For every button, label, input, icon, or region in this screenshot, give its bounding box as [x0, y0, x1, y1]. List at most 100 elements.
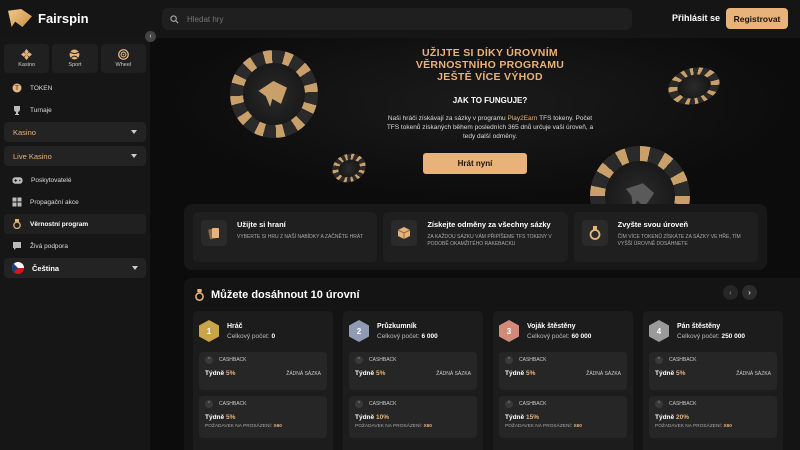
cashback-label: CASHBACK [369, 357, 397, 363]
sidebar-item-ziva-podpora[interactable]: Živá podpora [4, 236, 146, 256]
logo[interactable]: Fairspin [8, 9, 89, 27]
no-bet-label: ŽÁDNÁ SÁZKA [586, 370, 621, 377]
feature-description: Za každou sázku vám připíšeme TFS tokeny… [427, 234, 552, 247]
tile-wheel[interactable]: Wheel [100, 44, 146, 73]
sidebar-section-kasino[interactable]: Kasino [4, 122, 146, 142]
weekly-label: Týdně [655, 414, 675, 421]
play-now-button[interactable]: Hrát nyní [423, 153, 527, 174]
lion-logo-icon [258, 80, 287, 107]
medal-icon [581, 220, 608, 246]
feature-card: Zvyšte svou úroveň Čím více tokenů získá… [573, 212, 758, 262]
hero-title-line: UŽIJTE SI DÍKY ÚROVNÍM [422, 47, 558, 59]
svg-text:T: T [14, 85, 19, 92]
cashback-percent: 10% [375, 414, 389, 421]
sidebar-item-label: TOKEN [30, 84, 53, 92]
weekly-label: Týdně [355, 370, 375, 377]
cashback-label: CASHBACK [369, 401, 397, 407]
feature-card: Získejte odměny za všechny sázky Za každ… [383, 212, 568, 262]
level-card: 4 Pán štěstěny Celkový počet: 250 000 ⌃ C… [643, 311, 783, 450]
count-value: 0 [271, 332, 276, 340]
sidebar-item-label: Poskytovatelé [31, 176, 72, 184]
chevron-right-icon: › [748, 288, 751, 297]
wager-value: X60 [723, 424, 732, 429]
cashback-box: ⌃ CASHBACK Týdně 15% POŽADAVEK NA PROSÁZE… [499, 396, 627, 438]
wager-value: X60 [273, 424, 282, 429]
sport-ball-icon [70, 49, 80, 60]
sidebar-item-propagacni-akce[interactable]: Propagační akce [4, 192, 146, 212]
cashback-box: ⌃ CASHBACK Týdně 5% ŽÁDNÁ SÁZKA [199, 352, 327, 390]
tile-sport[interactable]: Sport [52, 44, 98, 73]
box-icon [391, 220, 418, 246]
carousel-prev-button[interactable]: ‹ [723, 285, 738, 300]
cashback-box: ⌃ CASHBACK Týdně 5% ŽÁDNÁ SÁZKA [349, 352, 477, 390]
promo-icon [12, 197, 22, 207]
weekly-value: Týdně 5% [505, 370, 535, 377]
hero-desc-text: Naši hráči získávají za sázky v programu [387, 115, 508, 122]
weekly-value: Týdně 5% [355, 370, 385, 377]
weekly-label: Týdně [205, 414, 225, 421]
tile-kasino[interactable]: Kasino [4, 44, 50, 73]
no-bet-label: ŽÁDNÁ SÁZKA [286, 370, 321, 377]
sidebar-item-turnaje[interactable]: Turnaje [4, 100, 146, 120]
wager-requirement: POŽADAVEK NA PROSÁZENÍ: X60 [355, 424, 471, 429]
cashback-icon: ⌃ [655, 400, 663, 408]
level-name: Průzkumník [377, 322, 417, 330]
level-number: 2 [356, 326, 362, 336]
language-selector[interactable]: Čeština [4, 258, 146, 278]
chevron-left-icon: ‹ [729, 288, 732, 297]
play2earn-link[interactable]: Play2Earn [507, 115, 537, 122]
level-name: Voják štěstěny [527, 322, 576, 330]
feature-card: Užijte si hraní Vyberte si hru z naší na… [193, 212, 378, 262]
register-button[interactable]: Registrovat [726, 8, 788, 29]
sidebar-item-label: Živá podpora [30, 242, 68, 250]
feature-description: Vyberte si hru z naší nabídky a začněte … [237, 234, 364, 240]
cashback-box: ⌃ CASHBACK Týdně 5% POŽADAVEK NA PROSÁZEN… [199, 396, 327, 438]
loyalty-icon [13, 219, 21, 229]
collapse-sidebar-button[interactable]: ‹ [145, 31, 156, 42]
login-button[interactable]: Přihlásit se [672, 13, 720, 23]
cashback-percent: 5% [375, 370, 386, 377]
wager-value: X60 [573, 424, 582, 429]
sidebar-item-vernostni-program[interactable]: Věrnostní program [4, 214, 146, 234]
cashback-box: ⌃ CASHBACK Týdně 5% ŽÁDNÁ SÁZKA [499, 352, 627, 390]
weekly-value: Týdně 15% [505, 414, 621, 421]
count-value: 60 000 [571, 332, 592, 340]
sidebar-section-live-kasino[interactable]: Live Kasino [4, 146, 146, 166]
weekly-value: Týdně 5% [205, 414, 321, 421]
chat-icon [13, 242, 21, 250]
cashback-box: ⌃ CASHBACK Týdně 10% POŽADAVEK NA PROSÁZE… [349, 396, 477, 438]
weekly-label: Týdně [505, 370, 525, 377]
weekly-label: Týdně [205, 370, 225, 377]
casino-chip-small-right [664, 61, 724, 111]
sidebar-item-token[interactable]: T TOKEN [4, 78, 146, 98]
brand-name: Fairspin [38, 10, 89, 26]
sidebar: Kasino Sport Wheel T TOKEN Turnaje Kasin… [0, 38, 150, 450]
wheel-icon [117, 49, 129, 60]
level-count: Celkový počet: 250 000 [677, 333, 745, 340]
fairspin-logo-icon [8, 9, 32, 27]
wager-label: POŽADAVEK NA PROSÁZENÍ: [655, 424, 723, 429]
top-bar: Fairspin Přihlásit se Registrovat [0, 0, 800, 38]
sidebar-item-label: Propagační akce [30, 198, 79, 206]
hero-title-line: VĚRNOSTNÍHO PROGRAMU [415, 59, 565, 71]
features-panel: Užijte si hraní Vyberte si hru z naší na… [184, 204, 767, 270]
cashback-percent: 5% [225, 370, 236, 377]
level-badge-icon: 4 [649, 320, 669, 342]
cashback-percent: 5% [225, 414, 236, 421]
wager-label: POŽADAVEK NA PROSÁZENÍ: [505, 424, 573, 429]
count-label: Celkový počet: [527, 332, 570, 340]
search-bar[interactable] [162, 8, 632, 30]
cards-icon [201, 220, 227, 246]
cashback-label: CASHBACK [219, 401, 247, 407]
level-card: 2 Průzkumník Celkový počet: 6 000 ⌃ CASHB… [343, 311, 483, 450]
carousel-next-button[interactable]: › [742, 285, 757, 300]
sidebar-item-poskytovatele[interactable]: Poskytovatelé [4, 170, 146, 190]
kasino-icon [21, 49, 33, 60]
levels-title-text: Můžete dosáhnout 10 úrovní [211, 289, 360, 301]
wager-label: POŽADAVEK NA PROSÁZENÍ: [355, 424, 423, 429]
wager-requirement: POŽADAVEK NA PROSÁZENÍ: X60 [505, 424, 621, 429]
cashback-icon: ⌃ [355, 356, 363, 364]
level-number: 1 [206, 326, 212, 336]
search-input[interactable] [187, 14, 487, 24]
main-content: UŽIJTE SI DÍKY ÚROVNÍM VĚRNOSTNÍHO PROGR… [160, 38, 800, 450]
